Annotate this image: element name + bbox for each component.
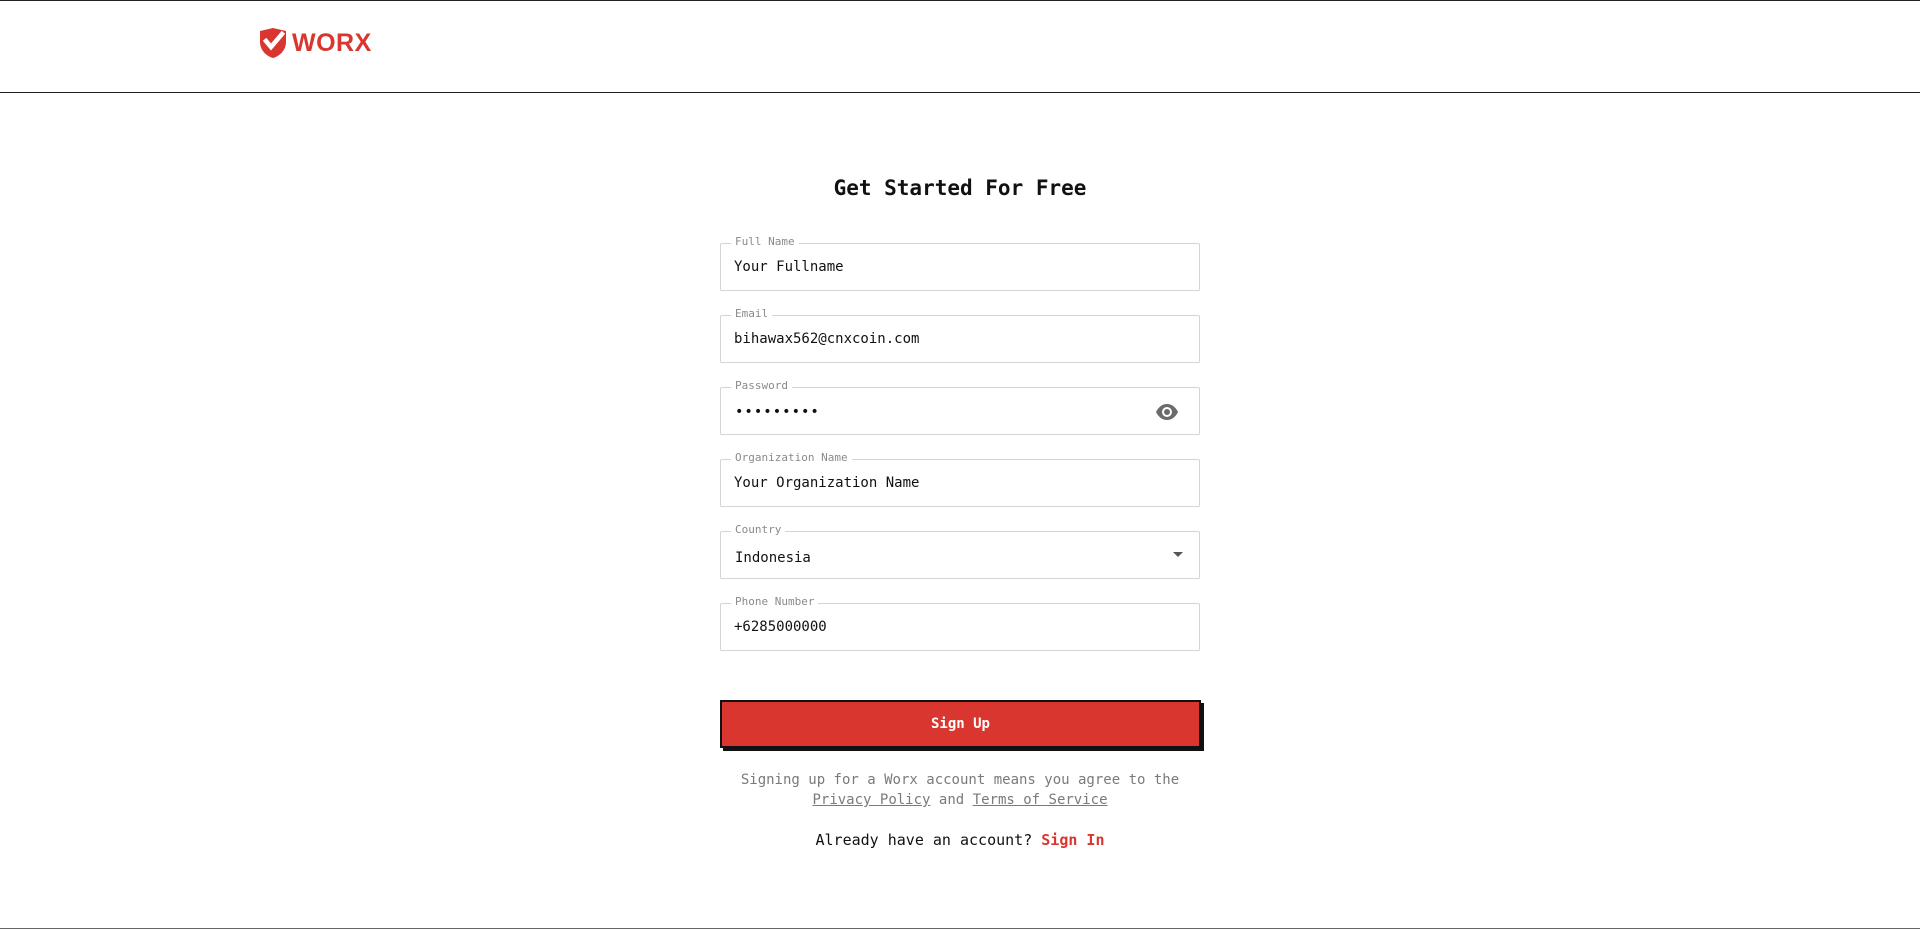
agreement-text: Signing up for a Worx account means you … xyxy=(720,770,1200,810)
organization-input[interactable] xyxy=(734,460,1154,506)
country-select[interactable]: Country Indonesia xyxy=(720,523,1200,579)
shield-check-icon xyxy=(260,28,286,58)
full-name-field: Full Name xyxy=(720,235,1200,291)
agreement-conjunction: and xyxy=(938,792,965,808)
form-title: Get Started For Free xyxy=(833,176,1087,200)
password-field: Password ••••••••• xyxy=(720,379,1200,435)
logo-text: WORX xyxy=(292,28,372,57)
caret-down-icon[interactable] xyxy=(1173,552,1183,557)
top-navbar: WORX xyxy=(0,0,1920,93)
terms-of-service-link[interactable]: Terms of Service xyxy=(973,792,1108,808)
eye-icon[interactable] xyxy=(1155,402,1179,422)
signin-prompt: Already have an account? xyxy=(815,831,1033,849)
organization-field: Organization Name xyxy=(720,451,1200,507)
sign-up-button[interactable]: Sign Up xyxy=(720,700,1201,748)
full-name-input[interactable] xyxy=(734,244,1154,290)
agreement-prefix: Signing up for a Worx account means you … xyxy=(740,772,1180,788)
email-input[interactable] xyxy=(734,316,1154,362)
phone-input[interactable] xyxy=(734,604,1154,650)
worx-logo[interactable]: WORX xyxy=(258,27,372,59)
signin-prompt-line: Already have an account? Sign In xyxy=(720,830,1200,850)
signup-form: Get Started For Free Full Name Email Pas… xyxy=(720,160,1201,849)
sign-in-link[interactable]: Sign In xyxy=(1041,831,1104,849)
privacy-policy-link[interactable]: Privacy Policy xyxy=(812,792,930,808)
email-field: Email xyxy=(720,307,1200,363)
password-input[interactable]: ••••••••• xyxy=(735,388,820,434)
page-bottom-divider xyxy=(0,928,1920,929)
phone-field: Phone Number xyxy=(720,595,1200,651)
country-selected-value: Indonesia xyxy=(735,550,811,566)
